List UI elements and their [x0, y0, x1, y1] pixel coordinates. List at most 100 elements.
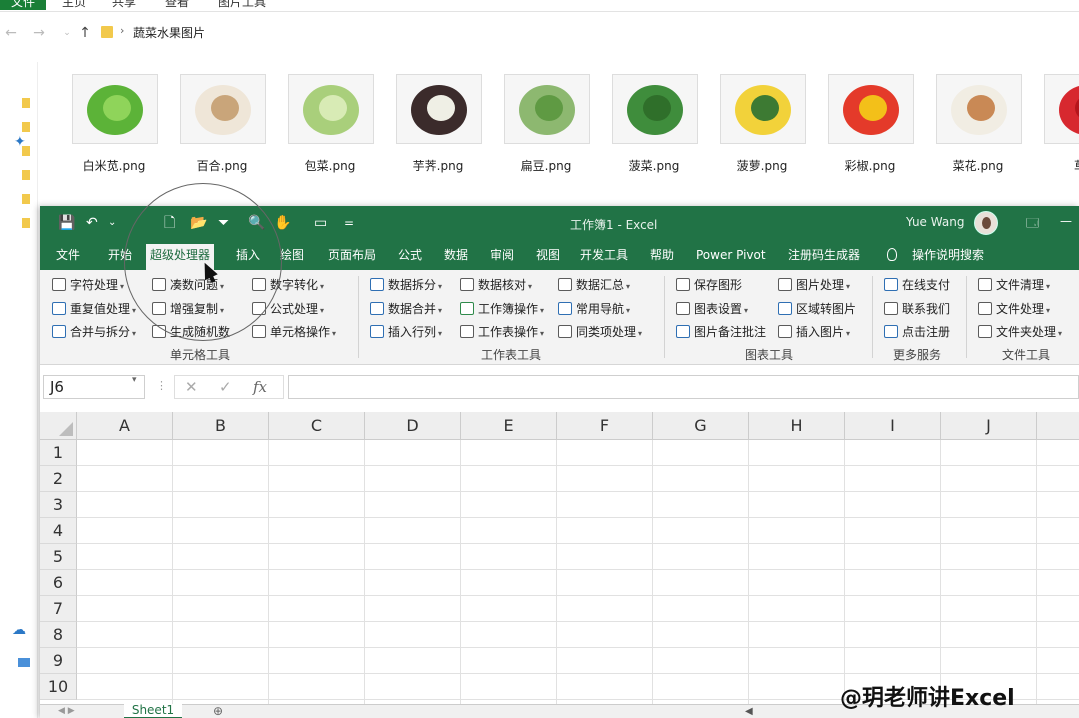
ribbon-button[interactable]: 工作簿操作 ▾ — [460, 300, 544, 318]
row-header[interactable]: 2 — [40, 466, 77, 492]
sheet-tab[interactable]: Sheet1 — [124, 704, 182, 718]
ribbon-button[interactable]: 图表设置 ▾ — [676, 300, 748, 318]
row-header[interactable]: 4 — [40, 518, 77, 544]
column-header[interactable]: I — [845, 412, 941, 440]
column-header[interactable]: B — [173, 412, 269, 440]
tab-developer[interactable]: 开发工具 — [576, 246, 632, 270]
ribbon-button[interactable]: 数据合并 ▾ — [370, 300, 442, 318]
row-header[interactable]: 1 — [40, 440, 77, 466]
sidebar-folder-icon[interactable] — [22, 98, 30, 108]
onedrive-icon[interactable]: ☁ — [12, 622, 26, 638]
ribbon-button[interactable]: 工作表操作 ▾ — [460, 323, 544, 341]
file-item[interactable]: 百合.png — [168, 62, 276, 192]
tab-data[interactable]: 数据 — [440, 246, 472, 270]
file-item[interactable]: 彩椒.png — [816, 62, 924, 192]
ribbon-button[interactable]: 图片备注批注 — [676, 323, 766, 341]
tab-help[interactable]: 帮助 — [646, 246, 678, 270]
column-header[interactable]: F — [557, 412, 653, 440]
ribbon-button[interactable]: 在线支付 — [884, 276, 950, 294]
avatar[interactable] — [974, 211, 998, 235]
enter-icon[interactable]: ✓ — [219, 378, 232, 396]
ribbon-button[interactable]: 数据拆分 ▾ — [370, 276, 442, 294]
name-box[interactable]: J6 — [43, 375, 145, 399]
tab-review[interactable]: 审阅 — [486, 246, 518, 270]
ribbon-button[interactable]: 插入行列 ▾ — [370, 323, 442, 341]
sidebar-folder-icon[interactable] — [22, 170, 30, 180]
ribbon-button[interactable]: 字符处理 ▾ — [52, 276, 124, 294]
ribbon-button[interactable]: 保存图形 — [676, 276, 742, 294]
column-header[interactable]: G — [653, 412, 749, 440]
customize-toolbar-icon[interactable]: = — [344, 215, 354, 231]
ribbon-display-icon[interactable]: 🗔 — [1026, 214, 1039, 235]
ribbon-button[interactable]: 数据汇总 ▾ — [558, 276, 630, 294]
undo-icon[interactable]: ↶ — [86, 215, 98, 231]
file-item[interactable]: 草莓 — [1032, 62, 1079, 192]
ribbon-button[interactable]: 同类项处理 ▾ — [558, 323, 642, 341]
name-box-dropdown-icon[interactable]: ▾ — [132, 375, 137, 385]
sidebar-folder-icon[interactable] — [22, 218, 30, 228]
file-item[interactable]: 白米苋.png — [60, 62, 168, 192]
file-item[interactable]: 芋荠.png — [384, 62, 492, 192]
ribbon-button[interactable]: 单元格操作 ▾ — [252, 323, 336, 341]
recent-dropdown-icon[interactable]: ⌄ — [58, 24, 76, 42]
ribbon-button[interactable]: 文件处理 ▾ — [978, 300, 1050, 318]
formula-bar-grip-icon[interactable]: ⋮ — [156, 379, 167, 392]
tab-keygen[interactable]: 注册码生成器 — [784, 246, 864, 270]
tell-me-search[interactable]: 操作说明搜索 — [908, 246, 988, 270]
add-sheet-icon[interactable]: ⊕ — [213, 704, 223, 718]
file-item[interactable]: 菠菜.png — [600, 62, 708, 192]
file-item[interactable]: 菠萝.png — [708, 62, 816, 192]
column-header[interactable]: H — [749, 412, 845, 440]
column-header[interactable]: J — [941, 412, 1037, 440]
tab-formulas[interactable]: 公式 — [394, 246, 426, 270]
row-header[interactable]: 8 — [40, 622, 77, 648]
row-header[interactable]: 10 — [40, 674, 77, 700]
ribbon-button[interactable]: 重复值处理 ▾ — [52, 300, 136, 318]
ribbon-button[interactable]: 文件夹处理 ▾ — [978, 323, 1062, 341]
sheet-nav-arrows-icon[interactable]: ◀ ▶ — [58, 706, 75, 716]
file-item[interactable]: 菜花.png — [924, 62, 1032, 192]
breadcrumb[interactable]: 蔬菜水果图片 — [133, 24, 205, 41]
ribbon-button[interactable]: 区域转图片 — [778, 300, 856, 318]
column-header[interactable]: D — [365, 412, 461, 440]
sidebar-folder-icon[interactable] — [22, 122, 30, 132]
insert-function-icon[interactable]: fx — [253, 378, 267, 396]
explorer-tab-share[interactable]: 共享 — [112, 0, 136, 10]
up-arrow-icon[interactable]: ↑ — [76, 24, 94, 42]
explorer-tab-picture-tools[interactable]: 图片工具 — [218, 0, 266, 10]
ribbon-button[interactable]: 文件清理 ▾ — [978, 276, 1050, 294]
user-name[interactable]: Yue Wang — [906, 215, 964, 229]
explorer-tab-file[interactable]: 文件 — [0, 0, 46, 10]
row-header[interactable]: 9 — [40, 648, 77, 674]
cancel-icon[interactable]: ✕ — [185, 378, 198, 396]
back-arrow-icon[interactable]: ← — [2, 24, 20, 42]
screen-icon[interactable]: ▭ — [314, 215, 327, 231]
ribbon-button[interactable]: 数据核对 ▾ — [460, 276, 532, 294]
tab-file[interactable]: 文件 — [52, 246, 84, 270]
sidebar-folder-icon[interactable] — [22, 194, 30, 204]
file-item[interactable]: 包菜.png — [276, 62, 384, 192]
ribbon-button[interactable]: 插入图片 ▾ — [778, 323, 850, 341]
horizontal-scroll-arrow-icon[interactable]: ◀ — [745, 706, 753, 717]
undo-dropdown-icon[interactable]: ⌄ — [108, 215, 116, 231]
cell-area[interactable] — [77, 440, 1079, 712]
column-header[interactable]: E — [461, 412, 557, 440]
explorer-tab-view[interactable]: 查看 — [165, 0, 189, 10]
select-all-corner[interactable] — [40, 412, 77, 440]
column-header[interactable]: C — [269, 412, 365, 440]
explorer-tab-home[interactable]: 主页 — [62, 0, 86, 10]
tab-page-layout[interactable]: 页面布局 — [324, 246, 380, 270]
file-item[interactable]: 扁豆.png — [492, 62, 600, 192]
ribbon-button[interactable]: 合并与拆分 ▾ — [52, 323, 136, 341]
tab-view[interactable]: 视图 — [532, 246, 564, 270]
column-header[interactable]: A — [77, 412, 173, 440]
sidebar-folder-icon[interactable] — [22, 146, 30, 156]
row-header[interactable]: 7 — [40, 596, 77, 622]
ribbon-button[interactable]: 常用导航 ▾ — [558, 300, 630, 318]
tab-power-pivot[interactable]: Power Pivot — [692, 246, 770, 270]
ribbon-button[interactable]: 点击注册 — [884, 323, 950, 341]
ribbon-button[interactable]: 图片处理 ▾ — [778, 276, 850, 294]
row-header[interactable]: 5 — [40, 544, 77, 570]
forward-arrow-icon[interactable]: → — [30, 24, 48, 42]
save-icon[interactable]: 💾 — [58, 215, 75, 231]
